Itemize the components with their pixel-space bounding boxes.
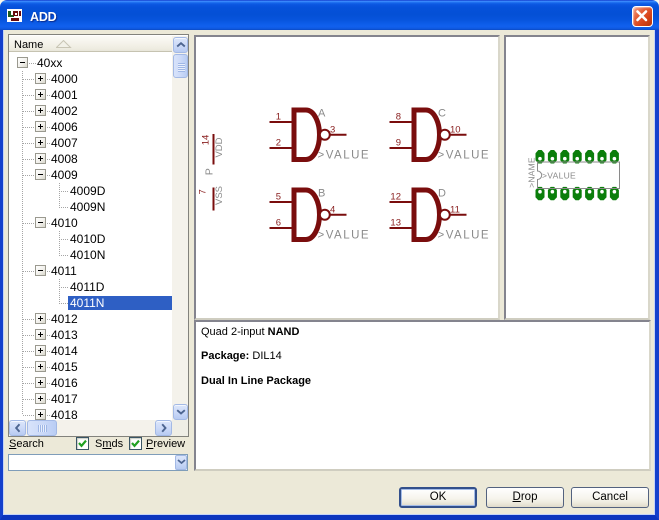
svg-text:8: 8 xyxy=(396,112,401,123)
svg-text:13: 13 xyxy=(390,218,401,229)
svg-text:>NAME: >NAME xyxy=(527,157,537,188)
svg-text:>VALUE: >VALUE xyxy=(438,150,491,162)
svg-text:2: 2 xyxy=(276,138,281,149)
svg-text:>VALUE: >VALUE xyxy=(318,150,371,162)
svg-text:C: C xyxy=(438,108,446,120)
svg-text:10: 10 xyxy=(450,125,461,136)
svg-text:5: 5 xyxy=(276,192,281,203)
svg-text:D: D xyxy=(438,188,446,200)
svg-text:P: P xyxy=(204,168,216,175)
svg-text:9: 9 xyxy=(396,138,401,149)
svg-text:12: 12 xyxy=(390,192,401,203)
svg-text:>VALUE: >VALUE xyxy=(318,230,371,242)
svg-text:1: 1 xyxy=(276,112,281,123)
svg-text:VDD: VDD xyxy=(214,137,225,157)
svg-text:A: A xyxy=(318,108,326,120)
svg-text:>VALUE: >VALUE xyxy=(542,171,576,181)
svg-text:6: 6 xyxy=(276,218,281,229)
svg-text:11: 11 xyxy=(450,205,460,216)
svg-text:14: 14 xyxy=(201,135,212,146)
svg-text:VSS: VSS xyxy=(214,186,225,205)
svg-text:3: 3 xyxy=(330,125,335,136)
svg-text:>VALUE: >VALUE xyxy=(438,230,491,242)
svg-text:4: 4 xyxy=(330,205,335,216)
svg-text:B: B xyxy=(318,188,325,200)
svg-text:7: 7 xyxy=(198,189,209,194)
